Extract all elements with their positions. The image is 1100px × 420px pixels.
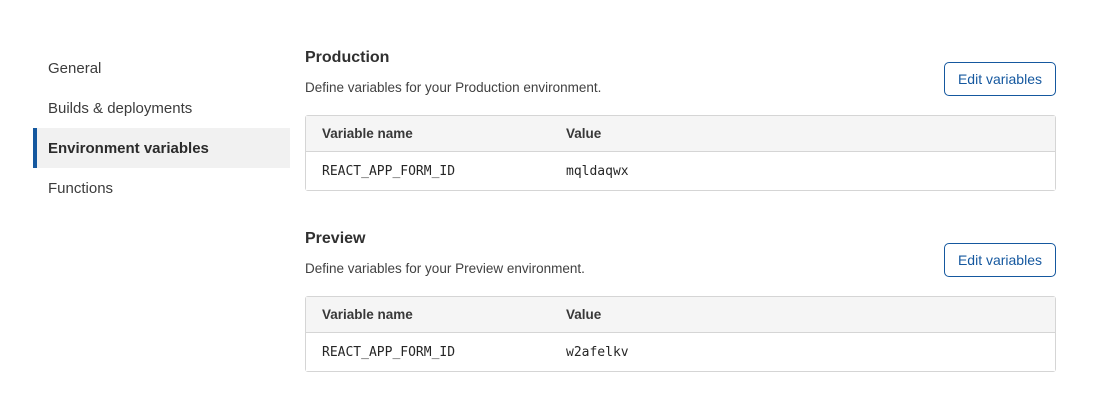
variable-name-cell: REACT_APP_FORM_ID	[306, 152, 550, 190]
production-variables-table: Variable name Value REACT_APP_FORM_ID mq…	[305, 115, 1056, 191]
table-row: REACT_APP_FORM_ID w2afelkv	[306, 333, 1055, 371]
sidebar-item-functions[interactable]: Functions	[33, 168, 290, 208]
production-title: Production	[305, 48, 601, 68]
preview-description: Define variables for your Preview enviro…	[305, 260, 585, 277]
settings-sidebar: General Builds & deployments Environment…	[33, 48, 290, 410]
column-header-value: Value	[550, 116, 1055, 152]
production-edit-variables-button[interactable]: Edit variables	[944, 62, 1056, 96]
sidebar-item-builds-deployments[interactable]: Builds & deployments	[33, 88, 290, 128]
production-section: Production Define variables for your Pro…	[305, 48, 1056, 191]
preview-section: Preview Define variables for your Previe…	[305, 229, 1056, 372]
table-header-row: Variable name Value	[306, 297, 1055, 333]
sidebar-item-general[interactable]: General	[33, 48, 290, 88]
preview-edit-variables-button[interactable]: Edit variables	[944, 243, 1056, 277]
table-row: REACT_APP_FORM_ID mqldaqwx	[306, 152, 1055, 190]
production-description: Define variables for your Production env…	[305, 79, 601, 96]
preview-variables-table: Variable name Value REACT_APP_FORM_ID w2…	[305, 296, 1056, 372]
production-section-header: Production Define variables for your Pro…	[305, 48, 1056, 96]
column-header-value: Value	[550, 297, 1055, 333]
column-header-variable-name: Variable name	[306, 297, 550, 333]
variable-name-cell: REACT_APP_FORM_ID	[306, 333, 550, 371]
preview-heading-group: Preview Define variables for your Previe…	[305, 229, 585, 277]
variable-value-cell: mqldaqwx	[550, 152, 1055, 190]
environment-variables-panel: Production Define variables for your Pro…	[305, 48, 1056, 410]
column-header-variable-name: Variable name	[306, 116, 550, 152]
preview-title: Preview	[305, 229, 585, 249]
sidebar-item-environment-variables[interactable]: Environment variables	[33, 128, 290, 168]
preview-section-header: Preview Define variables for your Previe…	[305, 229, 1056, 277]
settings-page: General Builds & deployments Environment…	[0, 0, 1100, 410]
variable-value-cell: w2afelkv	[550, 333, 1055, 371]
table-header-row: Variable name Value	[306, 116, 1055, 152]
production-heading-group: Production Define variables for your Pro…	[305, 48, 601, 96]
